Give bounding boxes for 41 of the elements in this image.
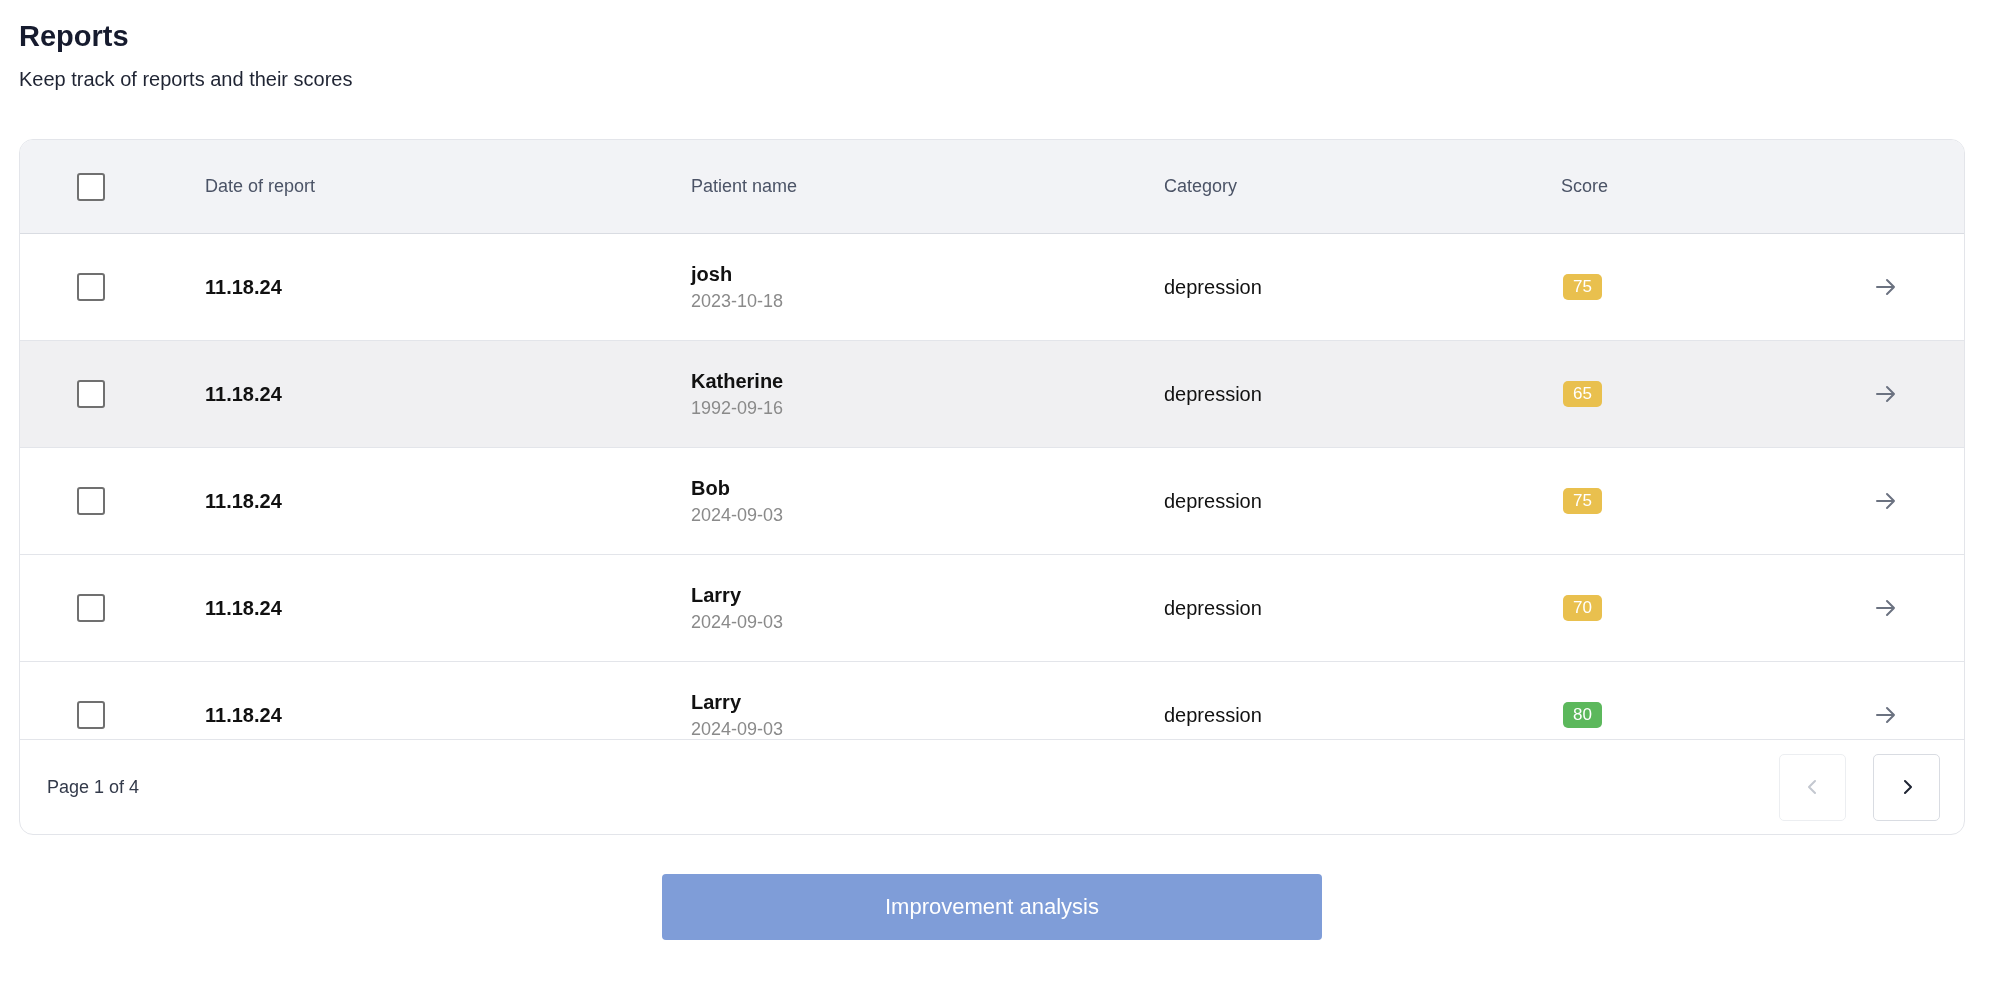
- score-badge: 80: [1563, 702, 1602, 728]
- score-badge: 65: [1563, 381, 1602, 407]
- score-badge: 75: [1563, 274, 1602, 300]
- column-header: Patient name: [691, 176, 798, 196]
- patient-birthdate: 2023-10-18: [691, 290, 785, 312]
- row-checkbox[interactable]: [77, 594, 105, 622]
- row-checkbox[interactable]: [77, 380, 105, 408]
- column-header: Date of report: [205, 176, 316, 196]
- report-date: 11.18.24: [205, 489, 282, 512]
- category-text: depression: [1164, 596, 1262, 619]
- patient-birthdate: 2024-09-03: [691, 504, 785, 526]
- report-date: 11.18.24: [205, 275, 282, 298]
- page-title: Reports: [19, 19, 130, 54]
- column-header: Category: [1164, 176, 1238, 196]
- select-all-checkbox[interactable]: [77, 172, 105, 201]
- report-date: 11.18.24: [205, 382, 282, 405]
- category-text: depression: [1164, 703, 1262, 726]
- column-header: Score: [1561, 176, 1609, 196]
- patient-birthdate: 1992-09-16: [691, 397, 785, 419]
- score-badge: 75: [1563, 488, 1602, 514]
- patient-name: josh: [691, 262, 734, 286]
- patient-name: Katherine: [691, 369, 785, 393]
- patient-birthdate: 2024-09-03: [691, 611, 785, 633]
- category-text: depression: [1164, 382, 1262, 405]
- patient-name: Larry: [691, 690, 743, 714]
- page-indicator: Page 1 of 4: [47, 776, 140, 798]
- chevron-right-icon: [1901, 779, 1912, 795]
- category-text: depression: [1164, 275, 1262, 298]
- chevron-left-icon: [1807, 779, 1818, 795]
- row-checkbox[interactable]: [77, 273, 105, 301]
- report-date: 11.18.24: [205, 703, 282, 726]
- score-badge: 70: [1563, 595, 1602, 621]
- table-row[interactable]: 11.18.24 Katherine 1992-09-16 depression 65: [20, 341, 1964, 448]
- category-text: depression: [1164, 489, 1262, 512]
- patient-name: Bob: [691, 476, 731, 500]
- patient-name: Larry: [691, 583, 743, 607]
- patient-birthdate: 2024-09-03: [691, 718, 785, 739]
- row-checkbox[interactable]: [77, 701, 105, 729]
- row-checkbox[interactable]: [77, 487, 105, 515]
- page-subtitle: Keep track of reports and their scores: [19, 68, 354, 91]
- report-date: 11.18.24: [205, 596, 282, 619]
